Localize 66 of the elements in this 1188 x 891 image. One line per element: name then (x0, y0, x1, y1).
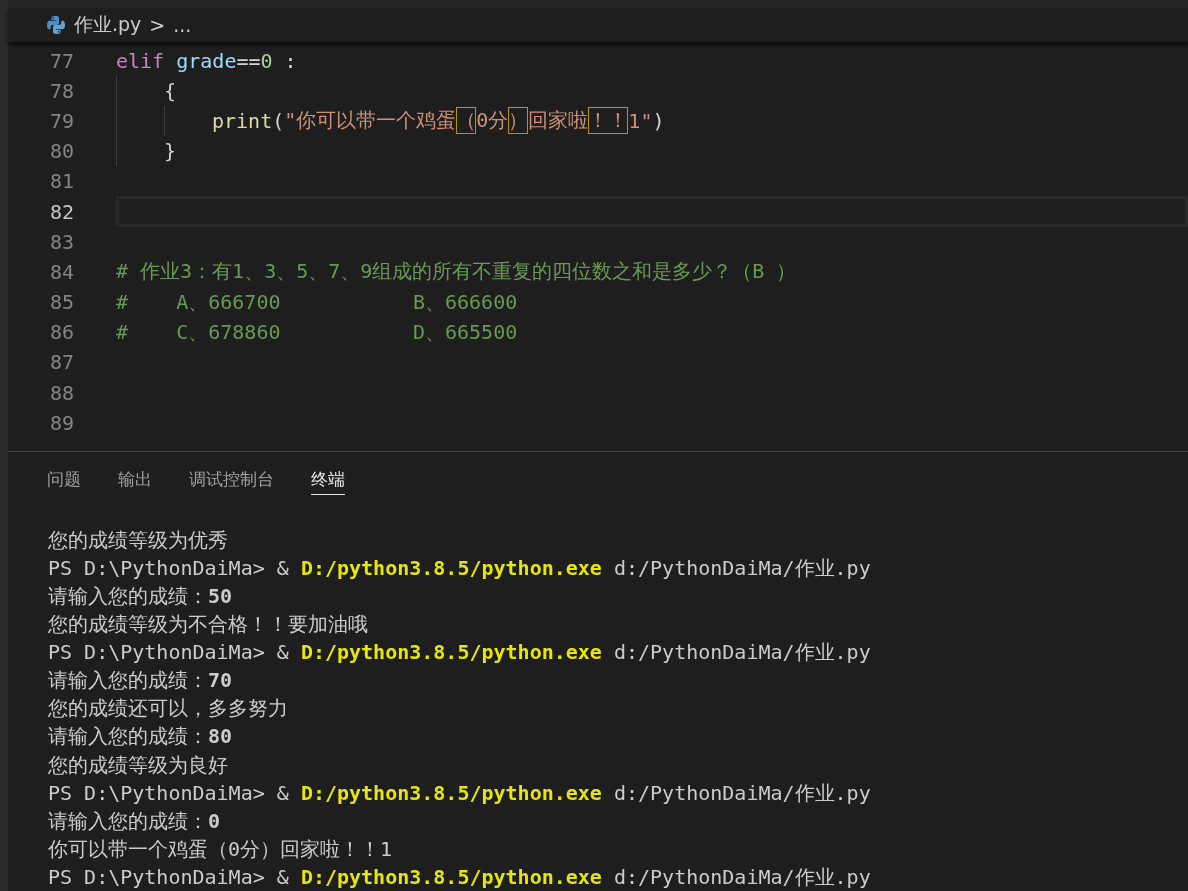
code-token: { (164, 78, 177, 103)
terminal-prompt: PS D:\PythonDaiMa> & (48, 864, 289, 889)
terminal-command: D:/python3.8.5/python.exe (300, 640, 602, 665)
panel-tab[interactable]: 问题 (47, 465, 81, 495)
code-token: elif (116, 48, 165, 73)
code-token: 回家啦 (528, 107, 589, 135)
terminal-output: 你可以带一个鸡蛋（0分）回家啦！！1 (48, 836, 393, 861)
code-token: ！！ (588, 107, 629, 135)
terminal-output: 请输入您的成绩： (48, 724, 208, 749)
line-number: 80 (48, 139, 74, 164)
line-number: 88 (48, 380, 74, 405)
code-comment: # C、678860 D、665500 (116, 318, 518, 346)
terminal-prompt: PS D:\PythonDaiMa> & (48, 780, 289, 805)
terminal-command: D:/python3.8.5/python.exe (300, 864, 602, 889)
code-token: ( (272, 109, 285, 133)
line-number: 83 (48, 229, 74, 254)
code-comment: # 作业3：有1、3、5、7、9组成的所有不重复的四位数之和是多少？（B ） (116, 258, 797, 286)
code-token: : (283, 48, 297, 73)
code-token: } (164, 139, 177, 164)
code-token: 1" (628, 109, 653, 133)
line-number: 89 (48, 410, 74, 435)
line-number: 81 (48, 169, 74, 194)
line-number: 77 (48, 48, 74, 73)
panel-tab[interactable]: 调试控制台 (189, 465, 274, 495)
terminal-input-text: 0 (208, 808, 221, 833)
terminal-argument: d:/PythonDaiMa/作业.py (613, 640, 871, 665)
python-file-icon (46, 14, 66, 35)
terminal-argument: d:/PythonDaiMa/作业.py (613, 780, 871, 805)
code-token: "你可以带一个鸡蛋 (284, 107, 457, 135)
breadcrumb-separator: > (149, 13, 166, 36)
terminal-prompt: PS D:\PythonDaiMa> & (48, 640, 289, 665)
terminal-command: D:/python3.8.5/python.exe (300, 780, 602, 805)
breadcrumb-item[interactable]: 作业.py (74, 11, 142, 38)
panel-tab[interactable]: 输出 (118, 465, 152, 495)
line-number: 86 (48, 320, 74, 345)
terminal-output: 请输入您的成绩： (48, 583, 208, 608)
code-token: grade (175, 48, 237, 73)
terminal-prompt: PS D:\PythonDaiMa> & (48, 555, 289, 580)
code-token: 0分 (476, 107, 509, 135)
terminal-output: 您的成绩等级为良好 (48, 752, 228, 777)
code-token: print (212, 109, 273, 133)
terminal-output: 您的成绩等级为不合格！！要加油哦 (48, 612, 368, 637)
code-token: 0 (260, 48, 273, 73)
line-number: 85 (48, 290, 74, 315)
terminal-output: 请输入您的成绩： (48, 808, 208, 833)
panel-tab[interactable]: 终端 (311, 465, 345, 495)
terminal-input-text: 70 (208, 668, 233, 693)
line-number: 82 (48, 199, 74, 224)
code-token: ） (508, 107, 529, 135)
line-number: 84 (48, 259, 74, 284)
code-comment: # A、666700 B、666600 (116, 288, 518, 316)
terminal-command: D:/python3.8.5/python.exe (300, 555, 602, 580)
line-number: 79 (48, 109, 74, 133)
code-token: == (236, 48, 261, 73)
terminal-output: 您的成绩等级为优秀 (48, 527, 228, 552)
terminal-output: 请输入您的成绩： (48, 668, 208, 693)
code-token: （ (456, 107, 477, 135)
line-number: 87 (48, 350, 74, 375)
terminal-output: 您的成绩还可以，多多努力 (48, 696, 288, 721)
line-number: 78 (48, 78, 74, 103)
breadcrumb-more[interactable]: ... (173, 13, 192, 36)
terminal-input-text: 50 (208, 583, 233, 608)
terminal-input-text: 80 (208, 724, 233, 749)
terminal-argument: d:/PythonDaiMa/作业.py (613, 864, 871, 889)
terminal-argument: d:/PythonDaiMa/作业.py (613, 555, 871, 580)
code-token: ) (652, 109, 665, 133)
